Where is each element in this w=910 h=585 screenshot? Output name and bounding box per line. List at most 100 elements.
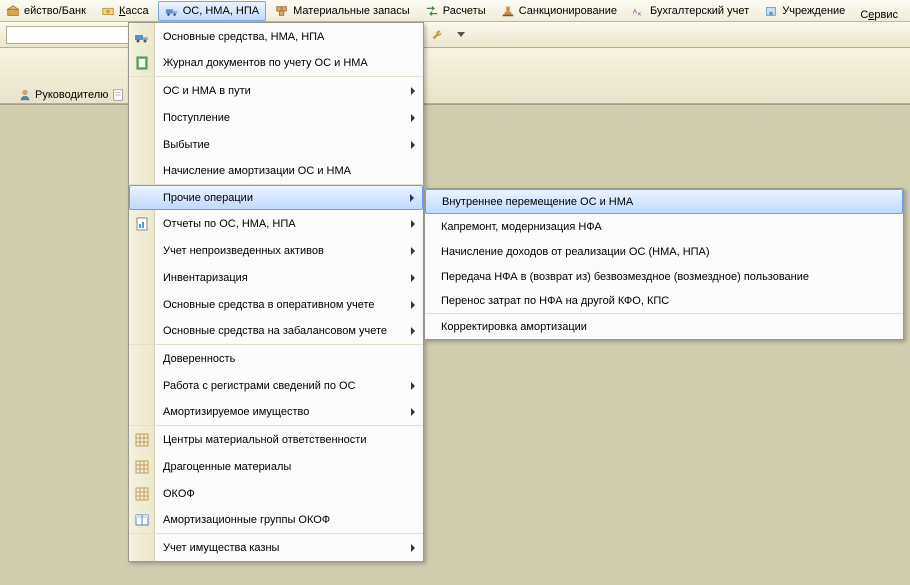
menu-item[interactable]: Начисление амортизации ОС и НМА <box>129 158 423 185</box>
menu-item-label: Отчеты по ОС, НМА, НПА <box>163 218 296 230</box>
menu-item[interactable]: Инвентаризация <box>129 264 423 291</box>
menu-item-label: Центры материальной ответственности <box>163 434 366 446</box>
menu-item[interactable]: Учет имущества казны <box>129 534 423 561</box>
truck-icon <box>165 4 179 18</box>
menu-item[interactable]: Журнал документов по учету ОС и НМА <box>129 50 423 77</box>
menu-item[interactable]: Амортизационные группы ОКОФ <box>129 507 423 534</box>
submenu-item[interactable]: Корректировка амортизации <box>425 314 903 339</box>
menu-os-nma-npa[interactable]: ОС, НМА, НПА <box>158 1 266 21</box>
bank-icon <box>6 4 20 18</box>
chevron-down-icon <box>457 31 465 39</box>
menu-item-label: Поступление <box>163 112 230 124</box>
menu-item[interactable]: Поступление <box>129 104 423 131</box>
cash-icon <box>101 4 115 18</box>
submenu-item[interactable]: Начисление доходов от реализации ОС (НМА… <box>425 239 903 264</box>
menu-item-label: Доверенность <box>163 353 235 365</box>
menu-item-label: ОС и НМА в пути <box>163 85 251 97</box>
accounting-icon: Ак <box>632 4 646 18</box>
report-icon <box>134 216 150 232</box>
menu-item-label: Выбытие <box>163 139 210 151</box>
person-icon <box>18 88 32 102</box>
menu-item[interactable]: Отчеты по ОС, НМА, НПА <box>129 210 423 237</box>
menu-item[interactable]: Основные средства, НМА, НПА <box>129 23 423 50</box>
menu-item[interactable]: ОС и НМА в пути <box>129 77 423 104</box>
menu-item-label: Основные средства в оперативном учете <box>163 299 375 311</box>
submenu-item[interactable]: Внутреннее перемещение ОС и НМА <box>425 189 903 214</box>
truck-icon <box>134 29 150 45</box>
submenu-item-label: Начисление доходов от реализации ОС (НМА… <box>441 246 710 258</box>
menubar: ейство/Банк Касса ОС, НМА, НПА Материаль… <box>0 0 910 22</box>
menu-item-label: Учет имущества казны <box>163 542 279 554</box>
menu-label: Сервис <box>860 9 898 21</box>
grid-icon <box>134 459 150 475</box>
menu-item[interactable]: Основные средства на забалансовом учете <box>129 318 423 345</box>
submenu-arrow-icon <box>411 87 415 95</box>
menu-item[interactable]: Работа с регистрами сведений по ОС <box>129 372 423 399</box>
menu-item[interactable]: Центры материальной ответственности <box>129 426 423 453</box>
arrows-icon <box>425 4 439 18</box>
submenu-item-label: Передача НФА в (возврат из) безвозмездно… <box>441 271 809 283</box>
menu-label: Санкционирование <box>519 5 617 17</box>
menu-item-label: Работа с регистрами сведений по ОС <box>163 380 356 392</box>
menu-item[interactable]: Основные средства в оперативном учете <box>129 291 423 318</box>
menu-item[interactable]: Учет непроизведенных активов <box>129 237 423 264</box>
submenu-arrow-icon <box>411 408 415 416</box>
submenu-arrow-icon <box>411 274 415 282</box>
menu-cash[interactable]: Касса <box>95 0 155 22</box>
submenu-item[interactable]: Перенос затрат по НФА на другой КФО, КПС <box>425 289 903 314</box>
dropdown-submenu-other-ops: Внутреннее перемещение ОС и НМА Капремонт… <box>424 188 904 340</box>
menu-label: Касса <box>119 5 149 17</box>
menu-item[interactable]: Драгоценные материалы <box>129 453 423 480</box>
sheet-icon <box>134 55 150 71</box>
dropdown-menu-os: Основные средства, НМА, НПА Журнал докуме… <box>128 22 424 562</box>
menu-item[interactable]: Амортизируемое имущество <box>129 399 423 426</box>
wrench-button[interactable] <box>427 25 447 45</box>
menu-sanctioning[interactable]: Санкционирование <box>495 0 623 22</box>
sheet-icon <box>111 88 125 102</box>
menu-label: Расчеты <box>443 5 486 17</box>
submenu-item[interactable]: Передача НФА в (возврат из) безвозмездно… <box>425 264 903 289</box>
menu-material-stock[interactable]: Материальные запасы <box>269 0 416 22</box>
submenu-arrow-icon <box>411 141 415 149</box>
menu-item[interactable]: Прочие операции <box>129 185 423 210</box>
menu-calculations[interactable]: Расчеты <box>419 0 492 22</box>
dropdown-button[interactable] <box>451 25 471 45</box>
submenu-arrow-icon <box>411 327 415 335</box>
submenu-arrow-icon <box>411 220 415 228</box>
menu-item-label: Учет непроизведенных активов <box>163 245 324 257</box>
submenu-arrow-icon <box>411 382 415 390</box>
panel-label: Руководителю <box>35 89 108 101</box>
grid-icon <box>134 486 150 502</box>
menu-item[interactable]: Доверенность <box>129 345 423 372</box>
menu-item-label: ОКОФ <box>163 488 195 500</box>
submenu-arrow-icon <box>411 247 415 255</box>
menu-accounting[interactable]: Ак Бухгалтерский учет <box>626 0 755 22</box>
menu-treasury-bank[interactable]: ейство/Банк <box>0 0 92 22</box>
menu-item-label: Журнал документов по учету ОС и НМА <box>163 57 368 69</box>
menu-item-label: Начисление амортизации ОС и НМА <box>163 165 351 177</box>
menu-item[interactable]: ОКОФ <box>129 480 423 507</box>
panel-manager-button[interactable]: Руководителю <box>18 86 125 104</box>
menu-label: Учреждение <box>782 5 845 17</box>
submenu-item-label: Корректировка амортизации <box>441 321 587 333</box>
menu-item-label: Прочие операции <box>163 192 253 204</box>
submenu-item-label: Перенос затрат по НФА на другой КФО, КПС <box>441 295 669 307</box>
grid-icon <box>134 432 150 448</box>
menu-item-label: Основные средства, НМА, НПА <box>163 31 324 43</box>
building-icon <box>764 4 778 18</box>
svg-text:А: А <box>633 9 638 16</box>
boxes-icon <box>275 4 289 18</box>
svg-text:к: к <box>638 10 641 17</box>
menu-item-label: Амортизируемое имущество <box>163 406 309 418</box>
menu-item-label: Амортизационные группы ОКОФ <box>163 514 330 526</box>
submenu-item-label: Капремонт, модернизация НФА <box>441 221 602 233</box>
submenu-arrow-icon <box>410 194 414 202</box>
submenu-item[interactable]: Капремонт, модернизация НФА <box>425 214 903 239</box>
menu-item[interactable]: Выбытие <box>129 131 423 158</box>
menu-label: ОС, НМА, НПА <box>183 5 259 17</box>
menu-service[interactable]: Сервис <box>854 4 904 22</box>
menu-label: Материальные запасы <box>293 5 410 17</box>
menu-institution[interactable]: Учреждение <box>758 0 851 22</box>
wrench-icon <box>430 28 444 42</box>
menu-label: ейство/Банк <box>24 5 86 17</box>
